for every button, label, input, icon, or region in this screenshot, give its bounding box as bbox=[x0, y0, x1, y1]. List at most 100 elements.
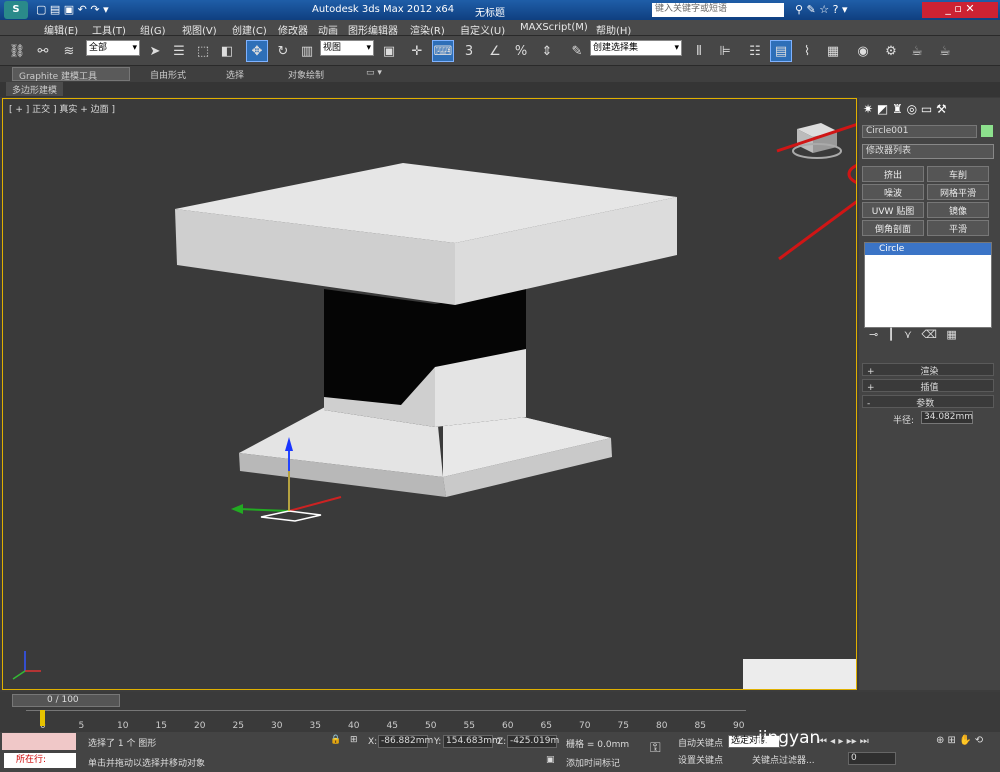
rollout-rendering[interactable]: + 渲染 bbox=[862, 363, 994, 377]
edit-named-sel-icon[interactable]: ✎ bbox=[566, 40, 588, 62]
schematic-view-icon[interactable]: ▦ bbox=[822, 40, 844, 62]
maxscript-listener[interactable] bbox=[2, 733, 76, 750]
modifier-list-dropdown[interactable]: 修改器列表 bbox=[862, 144, 994, 159]
lock-icon[interactable]: 🔒 bbox=[330, 735, 341, 745]
link-icon[interactable]: ⛓ bbox=[6, 40, 28, 62]
lathe-button[interactable]: 车削 bbox=[927, 166, 989, 182]
z-coord-field[interactable]: -425.019m bbox=[507, 735, 559, 748]
select-move-icon[interactable]: ✥ bbox=[246, 40, 268, 62]
menu-maxscript[interactable]: MAXScript(M) bbox=[520, 22, 588, 33]
named-selection-dropdown[interactable]: 创建选择集 bbox=[590, 40, 682, 56]
doc-title: 无标题 bbox=[475, 8, 505, 19]
x-coord-field[interactable]: -86.882mm bbox=[378, 735, 433, 748]
menu-view[interactable]: 视图(V) bbox=[182, 22, 217, 37]
menu-modifiers[interactable]: 修改器 bbox=[278, 22, 308, 37]
grid-size: 栅格 = 0.0mm bbox=[566, 740, 630, 750]
keyboard-shortcut-icon[interactable]: ⌨ bbox=[432, 40, 454, 62]
window-controls[interactable]: _ ▫ ✕ bbox=[922, 2, 998, 18]
quick-access-icons[interactable]: ▢ ▤ ▣ ↶ ↷ ▾ bbox=[36, 3, 109, 16]
select-rotate-icon[interactable]: ↻ bbox=[272, 40, 294, 62]
modifier-stack[interactable]: Circle bbox=[864, 242, 992, 328]
rollout-parameters[interactable]: - 参数 bbox=[862, 395, 994, 409]
timeline-tick-label: 70 bbox=[579, 721, 591, 731]
spinner-snap-icon[interactable]: ⇕ bbox=[536, 40, 558, 62]
menu-customize[interactable]: 自定义(U) bbox=[460, 22, 505, 37]
ref-coord-dropdown[interactable]: 视图 bbox=[320, 40, 374, 56]
timeline-tick-label: 5 bbox=[78, 721, 85, 731]
current-frame-field[interactable]: 0 bbox=[848, 752, 896, 765]
timeline[interactable]: 0 / 100 0 5 10 15 20 25 30 35 40 45 50 55 60 65 70 75 80… bbox=[0, 692, 1000, 732]
radius-spinner[interactable]: 34.082mm bbox=[921, 411, 973, 424]
timeline-tick-label: 25 bbox=[232, 721, 244, 731]
playback-controls[interactable]: ⏮ ◂ ▸ ▸▸ ⏭ bbox=[818, 736, 869, 747]
stack-item-circle[interactable]: Circle bbox=[865, 243, 991, 255]
help-icons[interactable]: ⚲ ✎ ☆ ? ▾ bbox=[795, 3, 847, 16]
smooth-button[interactable]: 平滑 bbox=[927, 220, 989, 236]
graphite-toggle-icon[interactable]: ▤ bbox=[770, 40, 792, 62]
render-setup-icon[interactable]: ⚙ bbox=[880, 40, 902, 62]
menu-group[interactable]: 组(G) bbox=[140, 22, 166, 37]
menu-help[interactable]: 帮助(H) bbox=[596, 22, 631, 37]
panel-tab-icons[interactable]: ✷ ◩ ♜ ◎ ▭ ⚒ bbox=[863, 102, 997, 116]
material-editor-icon[interactable]: ◉ bbox=[852, 40, 874, 62]
add-time-tag[interactable]: 添加时间标记 bbox=[566, 756, 620, 769]
layer-manager-icon[interactable]: ☷ bbox=[744, 40, 766, 62]
set-key-button[interactable]: 设置关键点 bbox=[678, 753, 723, 766]
rect-selection-icon[interactable]: ⬚ bbox=[192, 40, 214, 62]
menu-create[interactable]: 创建(C) bbox=[232, 22, 267, 37]
selection-filter-dropdown[interactable]: 全部 bbox=[86, 40, 140, 56]
extrude-button[interactable]: 挤出 bbox=[862, 166, 924, 182]
select-by-name-icon[interactable]: ☰ bbox=[168, 40, 190, 62]
menu-edit[interactable]: 编辑(E) bbox=[44, 22, 78, 37]
align-icon[interactable]: ⊫ bbox=[714, 40, 736, 62]
noise-button[interactable]: 噪波 bbox=[862, 184, 924, 200]
abs-mode-icon[interactable]: ⊞ bbox=[350, 735, 358, 745]
unlink-icon[interactable]: ⚯ bbox=[32, 40, 54, 62]
time-marker[interactable] bbox=[40, 710, 45, 726]
key-icon[interactable]: ⚿ bbox=[650, 740, 661, 756]
menu-graph-editors[interactable]: 图形编辑器 bbox=[348, 22, 398, 37]
mirror-icon[interactable]: ⫴ bbox=[688, 40, 710, 62]
percent-snap-icon[interactable]: % bbox=[510, 40, 532, 62]
app-logo-icon[interactable]: S bbox=[4, 1, 28, 19]
tab-graphite[interactable]: Graphite 建模工具 bbox=[12, 67, 130, 82]
search-input[interactable]: 键入关键字或短语 bbox=[652, 3, 784, 17]
ribbon-options-icon[interactable]: ▭ ▾ bbox=[360, 67, 388, 81]
nav-controls[interactable]: ⊕ ⊞ ✋ ⟲ bbox=[936, 735, 983, 746]
select-scale-icon[interactable]: ▥ bbox=[296, 40, 318, 62]
timeline-tick-label: 65 bbox=[540, 721, 552, 731]
perspective-viewport[interactable]: [ + ] 正交 ] 真实 + 边面 ] bbox=[2, 98, 857, 690]
tab-freeform[interactable]: 自由形式 bbox=[144, 67, 192, 81]
key-filters-button[interactable]: 关键点过滤器... bbox=[752, 753, 815, 766]
pivot-center-icon[interactable]: ▣ bbox=[378, 40, 400, 62]
auto-key-button[interactable]: 自动关键点 bbox=[678, 736, 723, 749]
tab-poly-modeling[interactable]: 多边形建模 bbox=[6, 82, 64, 96]
curve-editor-icon[interactable]: ⌇ bbox=[796, 40, 818, 62]
snap-toggle-icon[interactable]: 3 bbox=[458, 40, 480, 62]
meshsmooth-button[interactable]: 网格平滑 bbox=[927, 184, 989, 200]
tab-selection[interactable]: 选择 bbox=[220, 67, 250, 81]
mirror-button[interactable]: 镜像 bbox=[927, 202, 989, 218]
object-name-field[interactable]: Circle001 bbox=[862, 125, 977, 138]
menu-render[interactable]: 渲染(R) bbox=[410, 22, 445, 37]
track-bar[interactable]: 0 5 10 15 20 25 30 35 40 45 50 55 60 65 70 75 80 85 90 bbox=[26, 710, 746, 731]
manipulate-icon[interactable]: ✛ bbox=[406, 40, 428, 62]
object-color-swatch[interactable] bbox=[981, 125, 993, 137]
render-production-icon[interactable]: ☕ bbox=[934, 40, 956, 62]
stack-tool-icons[interactable]: ⊸ ┃ ⋎ ⌫ ▦ bbox=[869, 328, 957, 341]
uvw-map-button[interactable]: UVW 贴图 bbox=[862, 202, 924, 218]
angle-snap-icon[interactable]: ∠ bbox=[484, 40, 506, 62]
bevel-profile-button[interactable]: 倒角剖面 bbox=[862, 220, 924, 236]
bind-space-warp-icon[interactable]: ≋ bbox=[58, 40, 80, 62]
tab-object-paint[interactable]: 对象绘制 bbox=[282, 67, 330, 81]
menu-tools[interactable]: 工具(T) bbox=[92, 22, 126, 37]
timeline-tick-label: 90 bbox=[733, 721, 745, 731]
time-slider[interactable]: 0 / 100 bbox=[12, 694, 120, 707]
add-time-tag-icon[interactable]: ▣ bbox=[546, 755, 555, 765]
window-crossing-icon[interactable]: ◧ bbox=[216, 40, 238, 62]
rollout-interpolation[interactable]: + 插值 bbox=[862, 379, 994, 393]
menu-animation[interactable]: 动画 bbox=[318, 22, 338, 37]
rendered-frame-icon[interactable]: ☕ bbox=[906, 40, 928, 62]
y-coord-field[interactable]: 154.683mm bbox=[443, 735, 501, 748]
select-object-icon[interactable]: ➤ bbox=[144, 40, 166, 62]
